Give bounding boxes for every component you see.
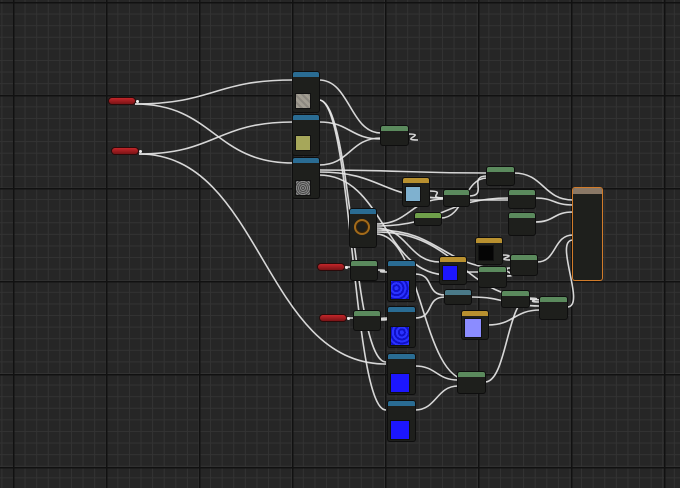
node-header bbox=[388, 261, 415, 266]
node-header bbox=[462, 311, 488, 316]
normal-noise-preview-2 bbox=[390, 326, 410, 346]
wire bbox=[379, 317, 389, 321]
blend-normals-node[interactable] bbox=[458, 372, 485, 393]
node-header bbox=[445, 290, 471, 295]
wire bbox=[318, 137, 382, 166]
wire bbox=[134, 103, 294, 164]
normal-noise-preview-1 bbox=[390, 280, 410, 300]
node-header bbox=[381, 126, 408, 131]
lerp-node-2[interactable] bbox=[445, 290, 471, 304]
lavender-color-preview bbox=[464, 318, 482, 338]
cubemap-ring-preview bbox=[354, 219, 370, 235]
add-node-2[interactable] bbox=[511, 255, 537, 275]
node-header bbox=[388, 401, 415, 406]
node-header bbox=[293, 115, 319, 120]
wire bbox=[534, 211, 574, 223]
material-output-node[interactable] bbox=[573, 188, 602, 280]
node-header bbox=[444, 190, 469, 195]
scalar-parameter-node-3[interactable] bbox=[318, 264, 348, 270]
constant-lavender-node[interactable] bbox=[462, 311, 488, 339]
constant-black-node[interactable] bbox=[476, 238, 502, 264]
texture-sample-normal-4[interactable] bbox=[388, 401, 415, 441]
texture-sample-normal-2[interactable] bbox=[388, 307, 415, 347]
normal-flat-preview-3 bbox=[390, 373, 410, 393]
moss-texture-preview bbox=[295, 135, 311, 151]
node-header bbox=[350, 209, 376, 214]
node-header bbox=[293, 158, 319, 163]
blue-color-preview bbox=[442, 265, 458, 281]
lerp-node-1[interactable] bbox=[381, 126, 408, 145]
wire bbox=[484, 297, 530, 383]
node-header bbox=[458, 372, 485, 377]
node-header bbox=[476, 238, 502, 243]
wire bbox=[414, 385, 459, 411]
texture-sample-normal-3[interactable] bbox=[388, 354, 415, 394]
panner-node-1[interactable] bbox=[351, 261, 377, 280]
node-header bbox=[540, 297, 567, 302]
scalar-parameter-node-2[interactable] bbox=[112, 148, 142, 154]
node-header bbox=[487, 167, 514, 172]
node-header bbox=[509, 190, 535, 195]
node-header bbox=[351, 261, 377, 266]
add-node-1[interactable] bbox=[479, 267, 506, 287]
constant-blue-node[interactable] bbox=[440, 257, 466, 284]
node-header bbox=[354, 311, 380, 316]
node-header bbox=[479, 267, 506, 272]
node-header bbox=[511, 255, 537, 260]
gravel-texture-preview bbox=[295, 180, 311, 196]
node-header bbox=[415, 213, 441, 218]
wire bbox=[134, 79, 294, 105]
black-color-preview bbox=[478, 245, 494, 261]
stone-texture-preview bbox=[295, 93, 311, 109]
lerp-node-3[interactable] bbox=[502, 291, 529, 307]
node-header bbox=[440, 257, 466, 262]
normal-flat-preview-4 bbox=[390, 420, 410, 440]
node-header bbox=[403, 178, 429, 183]
lerp-node-4[interactable] bbox=[540, 297, 567, 319]
wire bbox=[501, 254, 512, 261]
multiply-node-3[interactable] bbox=[509, 190, 535, 208]
wire bbox=[407, 133, 419, 141]
node-graph-canvas[interactable] bbox=[0, 0, 680, 488]
panner-node-2[interactable] bbox=[354, 311, 380, 330]
texture-sample-moss[interactable] bbox=[293, 115, 319, 155]
node-header bbox=[388, 307, 415, 312]
wire bbox=[376, 269, 389, 273]
scalar-parameter-node-4[interactable] bbox=[320, 315, 350, 321]
node-header bbox=[502, 291, 529, 296]
multiply-node-2[interactable] bbox=[487, 167, 514, 185]
node-header bbox=[388, 354, 415, 359]
node-header bbox=[573, 188, 602, 194]
scalar-parameter-node-1[interactable] bbox=[109, 98, 139, 104]
node-header bbox=[293, 72, 319, 77]
texture-sample-stone[interactable] bbox=[293, 72, 319, 112]
wire bbox=[138, 121, 294, 155]
texture-sample-normal-1[interactable] bbox=[388, 261, 415, 301]
texture-sample-gravel[interactable] bbox=[293, 158, 319, 198]
texture-object-node[interactable] bbox=[350, 209, 376, 247]
multiply-node-1[interactable] bbox=[444, 190, 469, 206]
wire bbox=[375, 197, 511, 227]
multiply-node-4[interactable] bbox=[509, 213, 535, 235]
lightblue-color-preview bbox=[405, 186, 421, 202]
function-node[interactable] bbox=[415, 213, 441, 225]
wire bbox=[138, 153, 387, 365]
node-header bbox=[509, 213, 535, 218]
constant-lightblue-node[interactable] bbox=[403, 178, 429, 206]
